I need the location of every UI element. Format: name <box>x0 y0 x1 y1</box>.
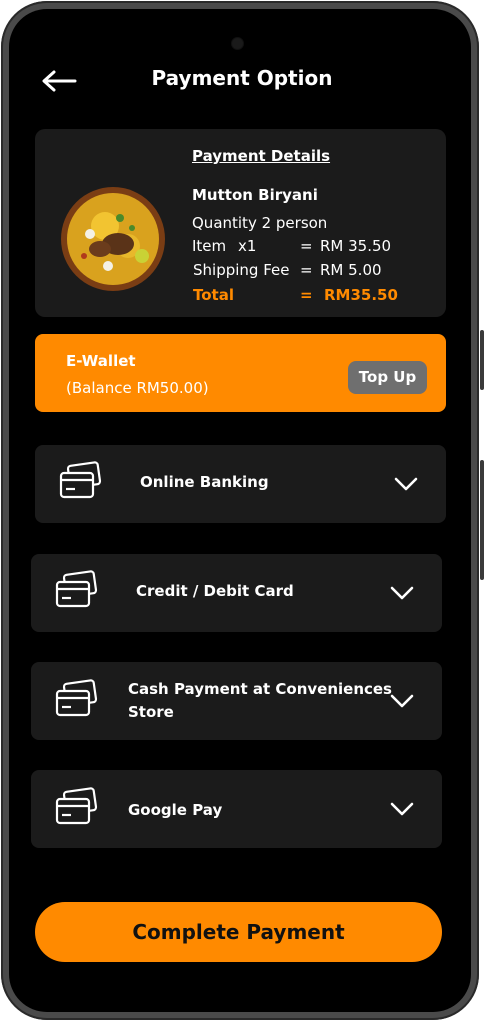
card-icon <box>55 679 98 717</box>
e-wallet-title: E-Wallet <box>66 352 136 370</box>
chevron-down-icon[interactable] <box>393 476 419 492</box>
page-title: Payment Option <box>151 66 333 90</box>
total-label: Total <box>193 286 234 304</box>
chevron-down-icon[interactable] <box>389 801 415 817</box>
card-icon <box>59 461 102 499</box>
total-price: RM35.50 <box>324 286 398 304</box>
item-qty: x1 <box>238 237 257 255</box>
credit-debit-card-label: Credit / Debit Card <box>136 582 294 600</box>
item-name: Mutton Biryani <box>192 186 318 204</box>
top-up-button[interactable]: Top Up <box>348 361 427 394</box>
mutton-biryani-image <box>61 187 165 291</box>
google-pay-label: Google Pay <box>128 801 223 819</box>
payment-details-heading: Payment Details <box>192 147 331 165</box>
online-banking-label: Online Banking <box>140 473 269 491</box>
shipping-price: RM 5.00 <box>320 261 382 279</box>
cash-payment-label: Cash Payment at Conveniences <box>128 680 392 698</box>
cash-payment-label-line2: Store <box>128 703 174 721</box>
chevron-down-icon[interactable] <box>389 585 415 601</box>
phone-frame: Payment Option Payment Details Mutton Bi… <box>0 0 484 1023</box>
equals-sign: = <box>300 261 313 279</box>
equals-sign: = <box>300 286 313 304</box>
e-wallet-balance: (Balance RM50.00) <box>66 379 209 397</box>
card-icon <box>55 570 98 608</box>
shipping-label: Shipping Fee <box>193 261 290 279</box>
item-label: Item <box>192 237 227 255</box>
item-price: RM 35.50 <box>320 237 392 255</box>
front-camera <box>231 37 244 50</box>
volume-button <box>480 330 484 390</box>
card-icon <box>55 787 98 825</box>
quantity-text: Quantity 2 person <box>192 214 328 232</box>
equals-sign: = <box>300 237 313 255</box>
complete-payment-button[interactable]: Complete Payment <box>35 902 442 962</box>
power-button <box>480 460 484 580</box>
chevron-down-icon[interactable] <box>389 693 415 709</box>
